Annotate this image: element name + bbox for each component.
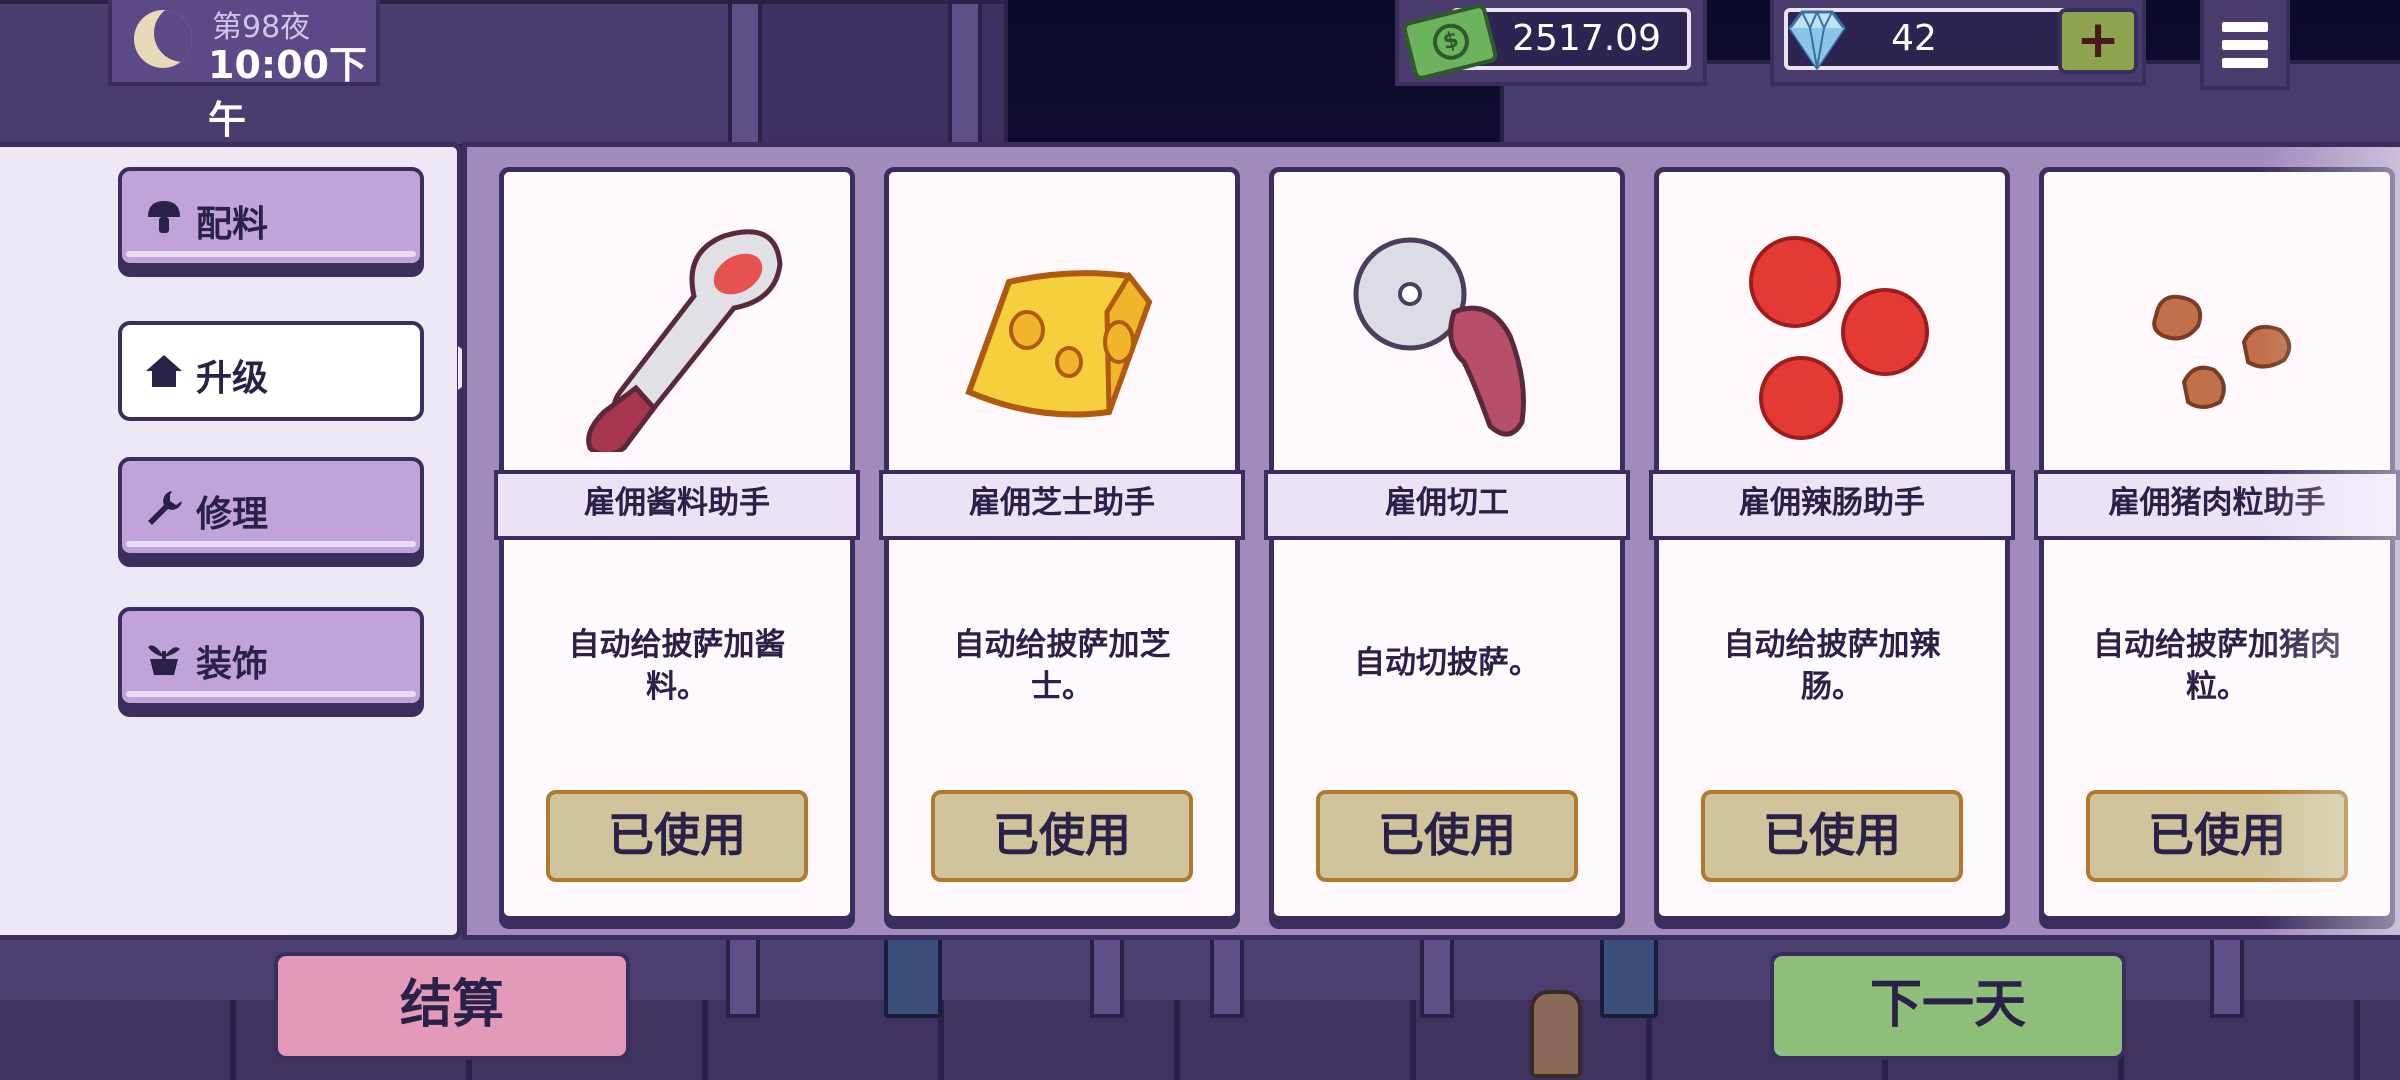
trash-bin: [1600, 935, 1658, 1018]
hamburger-menu-icon[interactable]: [2200, 0, 2290, 90]
card-description: 自动切披萨。: [1354, 645, 1540, 681]
buy-gems-button[interactable]: +: [2058, 8, 2138, 74]
next-day-button[interactable]: 下一天: [1770, 952, 2126, 1060]
sauce-spoon-icon: [586, 229, 783, 452]
upgrade-card: 雇佣酱料助手 自动给披萨加酱料。 已使用: [494, 167, 860, 921]
card-description: 自动给披萨加猪肉粒。: [2093, 627, 2341, 705]
used-button[interactable]: 已使用: [2086, 790, 2348, 882]
card-title: 雇佣辣肠助手: [1649, 470, 2015, 540]
house-icon: [146, 355, 182, 387]
clock-time: 10:00下午: [208, 43, 367, 142]
pork-bits-icon: [2152, 294, 2292, 409]
category-panel: 配料 升级 修理 装饰: [0, 142, 462, 940]
tab-repair[interactable]: 修理: [118, 457, 424, 557]
trash-bin: [884, 935, 942, 1018]
used-button[interactable]: 已使用: [546, 790, 808, 882]
card-title: 雇佣芝士助手: [879, 470, 1245, 540]
used-button[interactable]: 已使用: [1701, 790, 1963, 882]
pillar: [726, 930, 760, 1018]
day-time-display: 第98夜 10:00下午: [108, 0, 380, 142]
used-button[interactable]: 已使用: [1316, 790, 1578, 882]
upgrade-card: 雇佣辣肠助手 自动给披萨加辣肠。 已使用: [1649, 167, 2015, 921]
card-title: 雇佣猪肉粒助手: [2034, 470, 2400, 540]
pillar: [1090, 930, 1124, 1018]
upgrade-card: 雇佣切工 自动切披萨。 已使用: [1264, 167, 1630, 921]
tab-upgrades[interactable]: 升级: [118, 321, 424, 421]
wrench-icon: [148, 491, 182, 525]
pillar: [1210, 930, 1244, 1018]
tab-label: 配料: [196, 204, 269, 245]
pepperoni-icon: [1749, 236, 1929, 440]
card-description: 自动给披萨加芝士。: [953, 627, 1171, 705]
card-title: 雇佣酱料助手: [494, 470, 860, 540]
used-button[interactable]: 已使用: [931, 790, 1193, 882]
mushroom-icon: [148, 201, 180, 233]
pillar: [1420, 930, 1454, 1018]
moon-icon: [134, 10, 192, 68]
diamond-icon: [1788, 9, 1846, 71]
upgrade-card: 雇佣猪肉粒助手 自动给披萨加猪肉粒。 已使用: [2034, 167, 2400, 921]
pillar: [728, 0, 762, 158]
card-title: 雇佣切工: [1264, 470, 1630, 540]
card-description: 自动给披萨加酱料。: [568, 627, 786, 705]
tab-ingredients[interactable]: 配料: [118, 167, 424, 267]
card-description: 自动给披萨加辣肠。: [1723, 627, 1941, 705]
gem-display: 42 +: [1770, 0, 2146, 86]
pizza-cutter-icon: [1353, 237, 1526, 437]
pillar: [2210, 930, 2244, 1018]
settle-button[interactable]: 结算: [274, 952, 630, 1060]
plant-icon: [148, 645, 180, 675]
upgrade-cards-panel: 雇佣酱料助手 自动给披萨加酱料。 已使用 雇佣芝士助手 自动给披萨加芝士。 已使…: [462, 142, 2400, 940]
tab-label: 修理: [196, 494, 269, 535]
pillar: [948, 0, 982, 158]
money-display: 2517.09 $: [1395, 0, 1707, 86]
tab-decoration[interactable]: 装饰: [118, 607, 424, 707]
tab-label: 装饰: [196, 644, 269, 685]
cheese-icon: [965, 270, 1153, 418]
upgrade-card: 雇佣芝士助手 自动给披萨加芝士。 已使用: [879, 167, 1245, 921]
fire-hydrant: [1530, 990, 1582, 1078]
tab-label: 升级: [196, 358, 269, 399]
